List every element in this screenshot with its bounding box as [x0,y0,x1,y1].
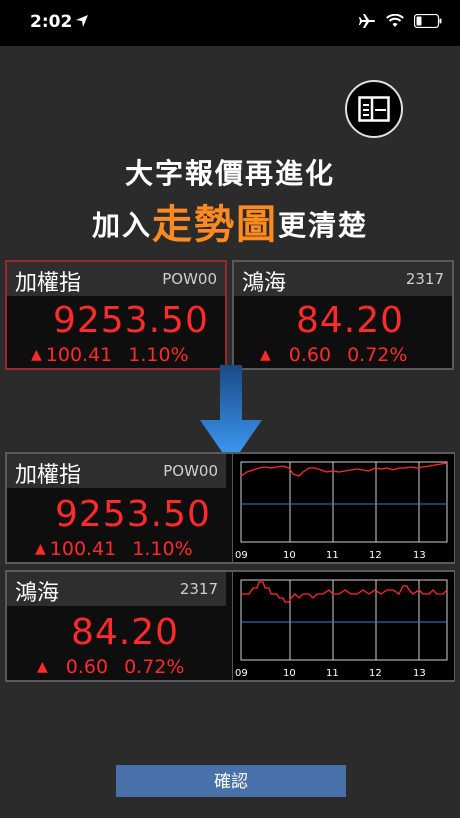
up-triangle-icon: ▲ [37,659,48,675]
stock-price: 84.20 [71,612,180,653]
up-triangle-icon: ▲ [260,347,271,363]
stock-name: 加權指 [15,463,82,488]
stock-change: ▲ 100.41 1.10% [35,538,193,560]
card-header: 鴻海 2317 [7,572,226,606]
change-value: 100.41 [45,344,113,366]
status-bar: 2:02 [0,0,460,46]
confirm-button[interactable]: 確認 [116,765,346,797]
quote-card-taiex-old[interactable]: 加權指 POW00 9253.50 ▲ 100.41 1.10% [5,260,227,370]
quote-card-honhai-chart[interactable]: 鴻海 2317 84.20 ▲ 0.60 0.72% 09 10 11 12 13 [5,570,455,682]
change-percent: 1.10% [132,538,193,560]
stock-code: POW00 [162,270,217,288]
wifi-icon [386,14,404,27]
stock-price: 9253.50 [55,494,211,535]
status-icons [358,13,442,29]
down-arrow-icon [200,365,262,465]
headline-accent: 走勢圖 [152,202,278,248]
up-triangle-icon: ▲ [35,541,46,557]
change-value: 100.41 [49,538,117,560]
x-tick-label: 10 [283,550,296,561]
stock-name: 加權指 [15,271,82,296]
change-percent: 1.10% [128,344,189,366]
intraday-chart-taiex: 09 10 11 12 13 [232,454,454,562]
chart-mode-button[interactable] [345,80,403,138]
x-tick-label: 09 [235,668,248,679]
x-tick-label: 09 [235,550,248,561]
stock-change: ▲ 100.41 1.10% [31,344,189,366]
airplane-icon [359,14,375,28]
x-tick-label: 12 [369,550,382,561]
x-tick-label: 13 [413,668,426,679]
x-tick-label: 13 [413,550,426,561]
stock-code: POW00 [163,462,218,480]
change-value: 0.60 [65,656,109,678]
x-tick-label: 11 [326,668,339,679]
price-line [240,462,448,477]
location-arrow-icon [76,15,88,27]
stock-name: 鴻海 [242,271,287,296]
quote-card-taiex-chart[interactable]: 加權指 POW00 9253.50 ▲ 100.41 1.10% 09 10 11 … [5,452,455,564]
battery-icon [414,14,442,28]
stock-change: ▲ 0.60 0.72% [37,656,184,678]
chart-board-icon [358,96,390,122]
headline-suffix: 更清楚 [278,209,369,242]
stock-code: 2317 [179,580,218,598]
card-header: 加權指 POW00 [7,262,225,296]
stock-code: 2317 [405,270,444,288]
status-time: 2:02 [30,12,73,32]
up-triangle-icon: ▲ [31,347,42,363]
stock-price: 84.20 [296,300,405,341]
x-tick-label: 11 [326,550,339,561]
quote-card-honhai-old[interactable]: 鴻海 2317 84.20 ▲ 0.60 0.72% [232,260,454,370]
x-tick-label: 12 [369,668,382,679]
headline-line-1: 大字報價再進化 [124,157,335,190]
price-line [241,581,448,603]
card-header: 鴻海 2317 [234,262,452,296]
change-value: 0.60 [288,344,332,366]
stock-change: ▲ 0.60 0.72% [260,344,407,366]
intraday-chart-honhai: 09 10 11 12 13 [232,572,454,680]
card-header: 加權指 POW00 [7,454,226,488]
x-tick-label: 10 [283,668,296,679]
headline-line-2: 加入走勢圖更清楚 [0,192,460,250]
stock-price: 9253.50 [53,300,209,341]
change-percent: 0.72% [347,344,408,366]
stock-name: 鴻海 [15,581,60,606]
headline-prefix: 加入 [91,209,152,242]
change-percent: 0.72% [124,656,185,678]
